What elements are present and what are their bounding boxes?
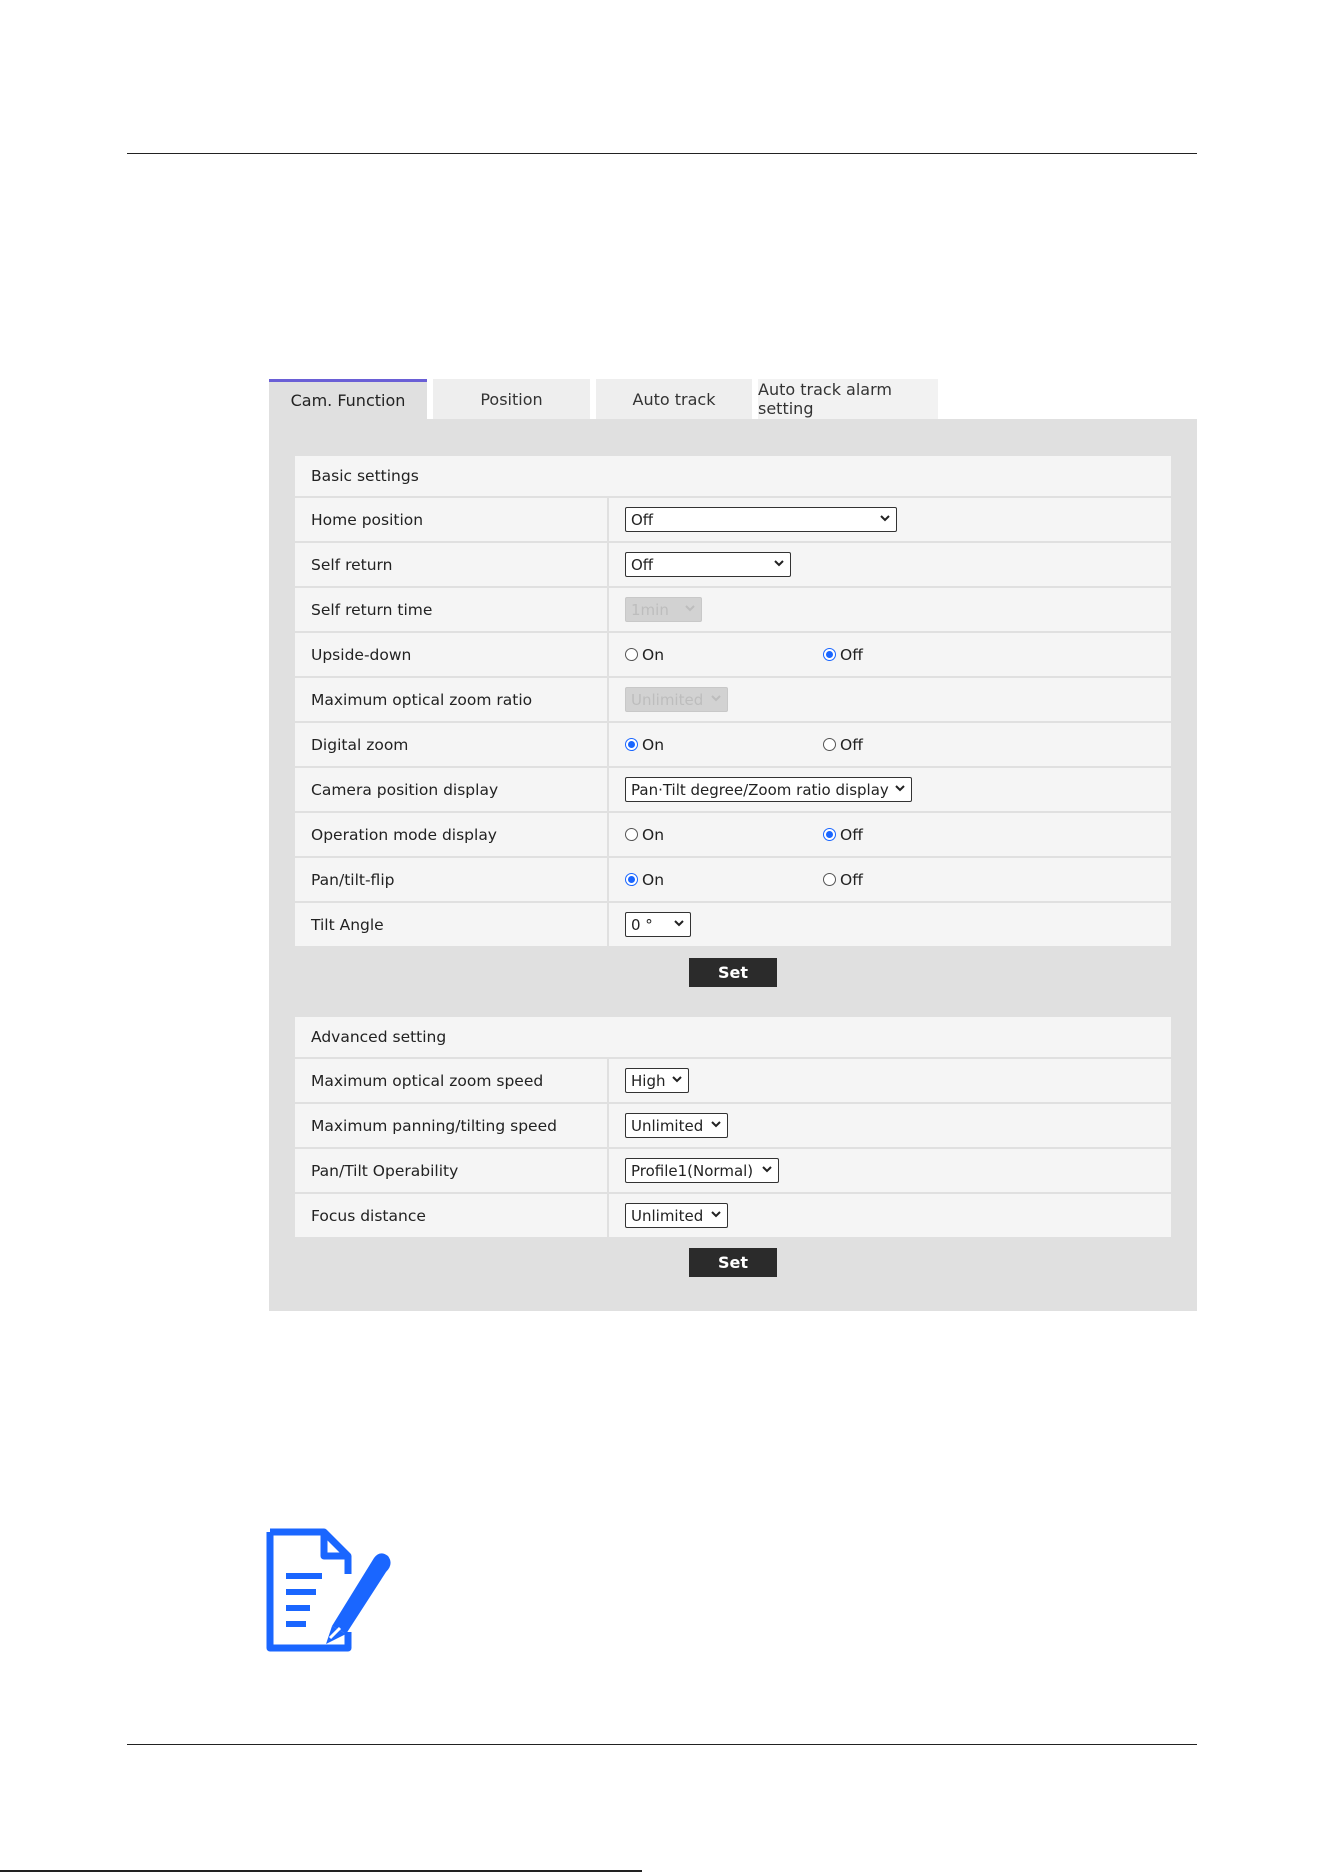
header-rule (127, 153, 1197, 154)
radio-button[interactable] (823, 873, 836, 886)
radio-button[interactable] (823, 828, 836, 841)
row-camera-position-display: Camera position display Pan·Tilt degree/… (295, 768, 1171, 813)
home-position-select[interactable]: Off (625, 507, 897, 532)
row-tilt-angle: Tilt Angle 0 ° (295, 903, 1171, 946)
upside-down-on-radio[interactable]: On (625, 646, 664, 664)
select-value: Off (631, 555, 654, 574)
section-title: Basic settings (295, 456, 1171, 498)
field-label: Maximum optical zoom ratio (295, 678, 609, 721)
select-value: High (631, 1071, 666, 1090)
radio-button[interactable] (823, 738, 836, 751)
field-label: Operation mode display (295, 813, 609, 856)
radio-label: On (642, 735, 665, 754)
field-label: Self return (295, 543, 609, 586)
basic-settings-section: Basic settings Home position Off Self re… (295, 456, 1171, 946)
select-value: 1min (631, 600, 669, 619)
field-label: Maximum panning/tilting speed (295, 1104, 609, 1147)
self-return-select[interactable]: Off (625, 552, 791, 577)
field-label: Self return time (295, 588, 609, 631)
select-value: Profile1(Normal) (631, 1161, 754, 1180)
set-button-advanced[interactable]: Set (689, 1248, 777, 1277)
operation-mode-off-radio[interactable]: Off (823, 826, 863, 844)
chevron-down-icon (880, 515, 890, 522)
row-pan-tilt-operability: Pan/Tilt Operability Profile1(Normal) (295, 1149, 1171, 1194)
set-button-basic[interactable]: Set (689, 958, 777, 987)
tab-auto-track[interactable]: Auto track (596, 379, 752, 419)
chevron-down-icon (711, 695, 721, 702)
max-optical-zoom-speed-select[interactable]: High (625, 1068, 689, 1093)
max-optical-zoom-ratio-select[interactable]: Unlimited (625, 687, 728, 712)
radio-button[interactable] (625, 828, 638, 841)
row-pan-tilt-flip: Pan/tilt-flip On Off (295, 858, 1171, 903)
chevron-down-icon (711, 1211, 721, 1218)
radio-label: On (642, 645, 665, 664)
tilt-angle-select[interactable]: 0 ° (625, 912, 691, 937)
max-pan-tilt-speed-select[interactable]: Unlimited (625, 1113, 728, 1138)
row-home-position: Home position Off (295, 498, 1171, 543)
chevron-down-icon (774, 560, 784, 567)
radio-button[interactable] (625, 648, 638, 661)
focus-distance-select[interactable]: Unlimited (625, 1203, 728, 1228)
radio-label: On (642, 825, 665, 844)
select-value: Unlimited (631, 1206, 704, 1225)
field-label: Focus distance (295, 1194, 609, 1237)
select-value: Off (631, 510, 654, 529)
row-max-optical-zoom-speed: Maximum optical zoom speed High (295, 1059, 1171, 1104)
pan-tilt-flip-on-radio[interactable]: On (625, 871, 664, 889)
field-label: Digital zoom (295, 723, 609, 766)
tab-bar: Cam. Function Position Auto track Auto t… (269, 379, 938, 419)
radio-label: Off (840, 645, 863, 664)
operation-mode-on-radio[interactable]: On (625, 826, 664, 844)
field-label: Camera position display (295, 768, 609, 811)
field-label: Pan/tilt-flip (295, 858, 609, 901)
field-label: Tilt Angle (295, 903, 609, 946)
chevron-down-icon (895, 785, 905, 792)
chevron-down-icon (762, 1166, 772, 1173)
pan-tilt-operability-select[interactable]: Profile1(Normal) (625, 1158, 779, 1183)
radio-button[interactable] (625, 873, 638, 886)
radio-label: On (642, 870, 665, 889)
chevron-down-icon (711, 1121, 721, 1128)
digital-zoom-on-radio[interactable]: On (625, 736, 664, 754)
radio-button[interactable] (823, 648, 836, 661)
field-label: Home position (295, 498, 609, 541)
field-label: Maximum optical zoom speed (295, 1059, 609, 1102)
select-value: 0 ° (631, 915, 653, 934)
select-value: Pan·Tilt degree/Zoom ratio display (631, 780, 889, 799)
row-upside-down: Upside-down On Off (295, 633, 1171, 678)
section-title: Advanced setting (295, 1017, 1171, 1059)
camera-position-display-select[interactable]: Pan·Tilt degree/Zoom ratio display (625, 777, 912, 802)
row-operation-mode-display: Operation mode display On Off (295, 813, 1171, 858)
row-max-optical-zoom-ratio: Maximum optical zoom ratio Unlimited (295, 678, 1171, 723)
note-pen-icon (266, 1528, 391, 1652)
select-value: Unlimited (631, 1116, 704, 1135)
radio-button[interactable] (625, 738, 638, 751)
row-max-pan-tilt-speed: Maximum panning/tilting speed Unlimited (295, 1104, 1171, 1149)
row-focus-distance: Focus distance Unlimited (295, 1194, 1171, 1237)
radio-label: Off (840, 825, 863, 844)
advanced-settings-section: Advanced setting Maximum optical zoom sp… (295, 1017, 1171, 1237)
chevron-down-icon (672, 1076, 682, 1083)
digital-zoom-off-radio[interactable]: Off (823, 736, 863, 754)
upside-down-off-radio[interactable]: Off (823, 646, 863, 664)
tab-cam-function[interactable]: Cam. Function (269, 379, 427, 419)
settings-panel: Basic settings Home position Off Self re… (269, 419, 1197, 1311)
chevron-down-icon (685, 605, 695, 612)
select-value: Unlimited (631, 690, 704, 709)
tab-auto-track-alarm-setting[interactable]: Auto track alarm setting (758, 379, 938, 419)
radio-label: Off (840, 735, 863, 754)
field-label: Upside-down (295, 633, 609, 676)
field-label: Pan/Tilt Operability (295, 1149, 609, 1192)
footer-rule (127, 1744, 1197, 1745)
chevron-down-icon (674, 920, 684, 927)
pan-tilt-flip-off-radio[interactable]: Off (823, 871, 863, 889)
radio-label: Off (840, 870, 863, 889)
tab-position[interactable]: Position (433, 379, 590, 419)
row-self-return: Self return Off (295, 543, 1171, 588)
row-digital-zoom: Digital zoom On Off (295, 723, 1171, 768)
self-return-time-select[interactable]: 1min (625, 597, 702, 622)
row-self-return-time: Self return time 1min (295, 588, 1171, 633)
